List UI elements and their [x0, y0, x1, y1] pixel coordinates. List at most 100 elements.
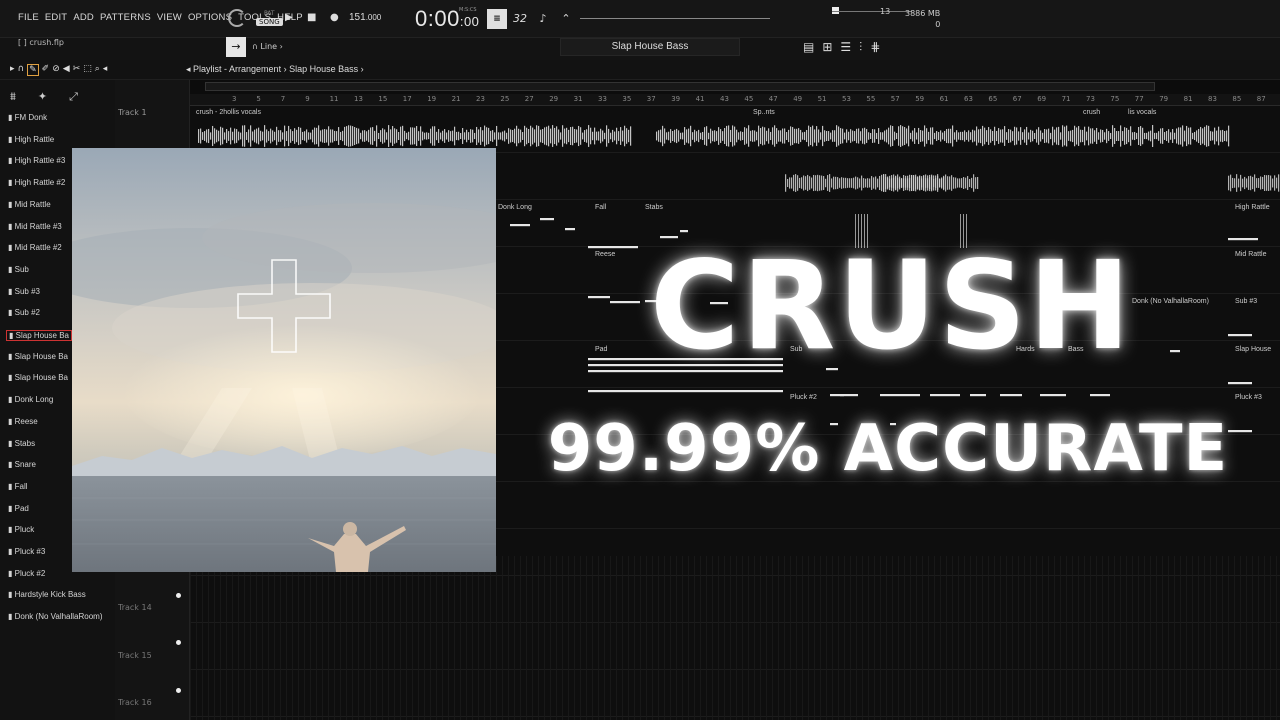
clip-vocals-4[interactable]: lis vocals	[1128, 109, 1156, 116]
playlist-icon[interactable]: ▤	[803, 40, 814, 55]
channel-item[interactable]: ▮ Mid Rattle	[8, 200, 51, 209]
master-volume-knob[interactable]	[228, 9, 246, 27]
clip-slap-house[interactable]: Slap House	[1235, 346, 1271, 353]
channel-item[interactable]: ▮ Fall	[8, 482, 28, 491]
mixer-icon[interactable]: ⫶	[859, 40, 862, 55]
clip-high-rattle[interactable]: High Rattle	[1235, 204, 1270, 211]
clip-donk-noval[interactable]: Donk (No ValhallaRoom)	[1132, 298, 1209, 305]
pat-song-toggle[interactable]: PAT SONG	[256, 10, 283, 26]
clip-block	[706, 556, 707, 720]
clip-pluck-3[interactable]: Pluck #3	[1235, 394, 1262, 401]
channel-item[interactable]: ▮ Mid Rattle #2	[8, 243, 62, 252]
channel-item[interactable]: ▮ Sub	[8, 265, 29, 274]
arrow-right-icon[interactable]: →	[226, 37, 246, 57]
delete-icon[interactable]: ⊘	[52, 64, 60, 76]
channel-item[interactable]: ▮ Slap House Ba	[8, 352, 68, 361]
channel-item[interactable]: ▮ High Rattle	[8, 135, 54, 144]
channel-item[interactable]: ▮ Slap House Ba	[8, 373, 68, 382]
select-icon[interactable]: ⬚	[83, 64, 92, 76]
clip-reese[interactable]: Reese	[595, 251, 615, 258]
clip-block	[910, 556, 911, 720]
clip-block	[550, 128, 552, 144]
channel-item[interactable]: ▮ Snare	[8, 460, 36, 469]
wait-icon[interactable]: ♪	[533, 9, 553, 29]
clip-vocals-2[interactable]: Sp..nts	[753, 109, 775, 116]
clip-mid-rattle[interactable]: Mid Rattle	[1235, 251, 1267, 258]
clip-block	[974, 130, 976, 142]
clip-block	[350, 125, 352, 147]
channel-item[interactable]: ▮ Donk Long	[8, 395, 53, 404]
time-format-label[interactable]: M:S:CS	[459, 7, 477, 13]
menu-item-view[interactable]: VIEW	[157, 12, 182, 23]
pattern-selector[interactable]: Slap House Bass	[560, 38, 740, 56]
clip-pluck-2[interactable]: Pluck #2	[790, 394, 817, 401]
zoom-icon[interactable]: ⌕	[95, 64, 100, 76]
ruler-bar-number: 9	[305, 95, 310, 103]
clip-block	[872, 129, 874, 143]
channel-item[interactable]: ▮ Pluck #2	[8, 569, 45, 578]
clip-block	[876, 132, 878, 140]
track-15-mute-dot[interactable]	[176, 640, 181, 645]
ruler-bar-number: 83	[1208, 95, 1217, 103]
channel-rack-icon[interactable]: ☰	[840, 40, 851, 55]
timeline-ruler[interactable]: 3 5 7 9 11 13 15 17 19 21 23 25 27 29 31 33 35 37 39 41 43 45…	[190, 94, 1280, 106]
channel-item[interactable]: ▮ Reese	[8, 417, 38, 426]
link-icon[interactable]: ⤢	[69, 90, 78, 104]
clip-block	[332, 129, 334, 143]
record-icon[interactable]: ●	[330, 12, 339, 23]
menu-item-patterns[interactable]: PATTERNS	[100, 12, 151, 23]
clip-block	[1094, 130, 1096, 142]
clip-sub3[interactable]: Sub #3	[1235, 298, 1257, 305]
ruler-bar-number: 25	[500, 95, 510, 103]
clip-block	[965, 177, 967, 189]
arrow-icon[interactable]: ▸	[10, 64, 15, 76]
menu-item-add[interactable]: ADD	[73, 12, 94, 23]
clip-fall[interactable]: Fall	[595, 204, 606, 211]
track-16-mute-dot[interactable]	[176, 688, 181, 693]
stop-icon[interactable]: ■	[307, 12, 316, 23]
track-14-mute-dot[interactable]	[176, 593, 181, 598]
menu-item-file[interactable]: FILE	[18, 12, 39, 23]
clip-block	[306, 129, 308, 143]
channel-item[interactable]: ▮ Sub #3	[8, 287, 40, 296]
clip-block	[336, 131, 338, 141]
slice-icon[interactable]: ✂	[73, 64, 81, 76]
meter-label[interactable]: 32	[510, 9, 530, 29]
brush-icon[interactable]: ✐	[42, 64, 50, 76]
channel-item[interactable]: ▮ Stabs	[8, 439, 35, 448]
tempo-display[interactable]: 151.000	[349, 12, 381, 23]
play-icon[interactable]: ▶	[285, 12, 293, 23]
channel-item[interactable]: ▮ Pluck	[8, 525, 34, 534]
blend-icon[interactable]: ⌃	[556, 9, 576, 29]
menu-item-edit[interactable]: EDIT	[45, 12, 67, 23]
channel-item[interactable]: ▮ High Rattle #2	[8, 178, 65, 187]
clip-vocals-1[interactable]: crush - 2hollis vocals	[196, 109, 261, 116]
mute-icon[interactable]: ◀	[63, 64, 70, 76]
step-icon[interactable]: ✦	[38, 90, 47, 104]
pencil-icon[interactable]: ✎	[27, 64, 39, 76]
clip-pad[interactable]: Pad	[595, 346, 607, 353]
channel-item[interactable]: ▮ Donk (No ValhallaRoom)	[8, 612, 103, 621]
channel-item[interactable]: ▮ FM Donk	[8, 113, 47, 122]
channel-item[interactable]: ▮ Slap House Ba	[6, 330, 72, 341]
metronome-icon[interactable]: ≡	[487, 9, 507, 29]
menu-item-options[interactable]: OPTIONS	[188, 12, 232, 23]
snap-selector[interactable]: ∩ Line ›	[252, 42, 283, 51]
clip-block	[514, 556, 515, 720]
channel-item[interactable]: ▮ High Rattle #3	[8, 156, 65, 165]
clip-stabs[interactable]: Stabs	[645, 204, 663, 211]
magnet-icon[interactable]: ∩	[18, 64, 25, 76]
speaker-icon[interactable]: ◂	[103, 64, 108, 76]
clip-block	[488, 127, 490, 145]
channel-item[interactable]: ▮ Pluck #3	[8, 547, 45, 556]
horizontal-scrollbar[interactable]	[205, 82, 1155, 91]
clip-vocals-3[interactable]: crush	[1083, 109, 1100, 116]
clip-donk-long[interactable]: Donk Long	[498, 204, 532, 211]
channel-item[interactable]: ▮ Sub #2	[8, 308, 40, 317]
channel-item[interactable]: ▮ Hardstyle Kick Bass	[8, 590, 86, 599]
piano-icon[interactable]: ⩩	[10, 90, 16, 104]
channel-item[interactable]: ▮ Mid Rattle #3	[8, 222, 62, 231]
plugin-icon[interactable]: ⋕	[870, 40, 880, 55]
piano-roll-icon[interactable]: ⊞	[822, 40, 832, 55]
channel-item[interactable]: ▮ Pad	[8, 504, 29, 513]
